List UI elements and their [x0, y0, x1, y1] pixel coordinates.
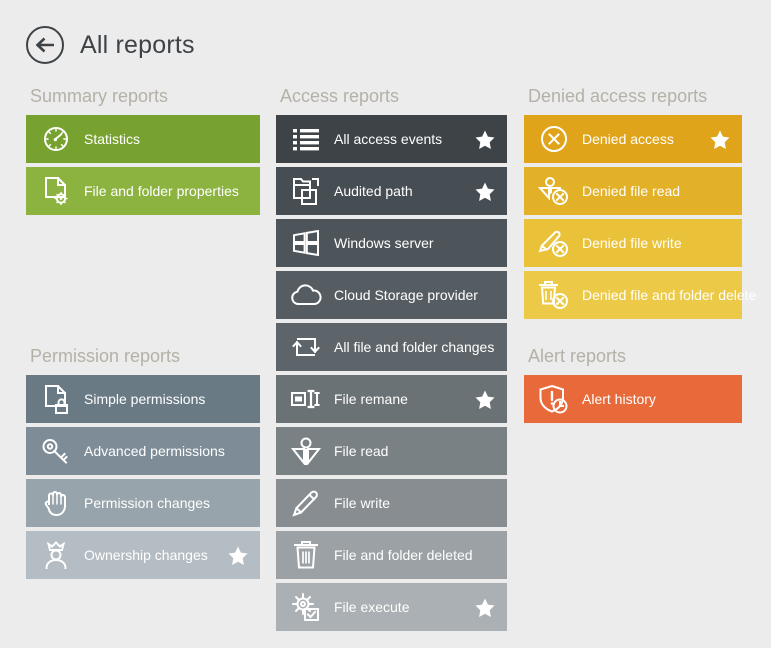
copy-folders-icon [288, 176, 324, 206]
favorite-star-icon[interactable] [475, 129, 495, 149]
report-tile-label: Denied access [582, 131, 704, 147]
report-tile-label: Denied file write [582, 235, 704, 251]
report-group-alert-reports: Alert reports Alert history [524, 344, 742, 427]
all-reports-screen: All reports Summary reports Statistics Fil… [0, 0, 771, 648]
favorite-star-icon[interactable] [475, 389, 495, 409]
report-tile-denied-file-and-folder-delete[interactable]: Denied file and folder delete [524, 271, 742, 319]
document-gear-icon [38, 176, 74, 206]
report-tile-file-write[interactable]: File write [276, 479, 507, 527]
report-tile-all-file-and-folder-changes[interactable]: All file and folder changes [276, 323, 507, 371]
report-tile-file-and-folder-deleted[interactable]: File and folder deleted [276, 531, 507, 579]
key-icon [38, 436, 74, 466]
read-denied-icon [536, 176, 572, 206]
report-tile-label: Simple permissions [84, 391, 222, 407]
report-tile-label: File remane [334, 391, 469, 407]
report-tile-cloud-storage-provider[interactable]: Cloud Storage provider [276, 271, 507, 319]
report-tile-denied-access[interactable]: Denied access [524, 115, 742, 163]
report-tile-windows-server[interactable]: Windows server [276, 219, 507, 267]
report-tile-label: Alert history [582, 391, 704, 407]
report-tile-label: Cloud Storage provider [334, 287, 478, 303]
report-tile-label: File write [334, 495, 469, 511]
favorite-star-icon[interactable] [710, 129, 730, 149]
group-title-permission-reports: Permission reports [30, 344, 260, 368]
report-tile-ownership-changes[interactable]: Ownership changes [26, 531, 260, 579]
favorite-star-icon[interactable] [228, 545, 248, 565]
report-tile-label: File execute [334, 599, 469, 615]
back-arrow-circle-icon[interactable] [26, 26, 64, 64]
trash-icon [288, 540, 324, 570]
report-tile-label: Statistics [84, 131, 222, 147]
report-tile-label: All access events [334, 131, 469, 147]
group-title-alert-reports: Alert reports [528, 344, 742, 368]
report-tile-denied-file-write[interactable]: Denied file write [524, 219, 742, 267]
list-icon [288, 124, 324, 154]
cloud-icon [288, 280, 324, 310]
open-book-icon [288, 436, 324, 466]
hand-icon [38, 488, 74, 518]
report-group-summary-reports: Summary reports Statistics File and folder… [26, 84, 260, 219]
report-tile-label: All file and folder changes [334, 339, 494, 355]
report-group-permission-reports: Permission reports Simple permissions Adva… [26, 344, 260, 583]
group-title-access-reports: Access reports [280, 84, 507, 108]
report-tile-file-and-folder-properties[interactable]: File and folder properties [26, 167, 260, 215]
report-tile-advanced-permissions[interactable]: Advanced permissions [26, 427, 260, 475]
pencil-icon [288, 488, 324, 518]
delete-denied-icon [536, 280, 572, 310]
crowned-person-icon [38, 540, 74, 570]
report-tile-audited-path[interactable]: Audited path [276, 167, 507, 215]
report-tile-label: File and folder properties [84, 183, 239, 199]
rename-icon [288, 384, 324, 414]
report-tile-file-read[interactable]: File read [276, 427, 507, 475]
report-tile-all-access-events[interactable]: All access events [276, 115, 507, 163]
group-title-denied-access-reports: Denied access reports [528, 84, 742, 108]
report-tile-label: Denied file and folder delete [582, 287, 756, 303]
report-tile-label: Permission changes [84, 495, 222, 511]
favorite-star-icon[interactable] [475, 181, 495, 201]
page-title: All reports [80, 31, 195, 60]
report-tile-label: Ownership changes [84, 547, 222, 563]
report-tile-label: Audited path [334, 183, 469, 199]
document-lock-icon [38, 384, 74, 414]
report-tile-statistics[interactable]: Statistics [26, 115, 260, 163]
group-title-summary-reports: Summary reports [30, 84, 260, 108]
report-tile-file-execute[interactable]: File execute [276, 583, 507, 631]
report-group-denied-access-reports: Denied access reports Denied access Denied… [524, 84, 742, 323]
report-tile-label: Advanced permissions [84, 443, 225, 459]
write-denied-icon [536, 228, 572, 258]
gear-check-icon [288, 592, 324, 622]
report-group-access-reports: Access reports All access events Audited p… [276, 84, 507, 635]
report-tile-file-remane[interactable]: File remane [276, 375, 507, 423]
report-tile-label: Windows server [334, 235, 469, 251]
report-tile-label: File read [334, 443, 469, 459]
report-tile-label: File and folder deleted [334, 547, 473, 563]
speedometer-icon [38, 124, 74, 154]
shield-alert-clock-icon [536, 384, 572, 414]
page-header: All reports [26, 26, 195, 64]
sync-arrows-icon [288, 332, 324, 362]
report-tile-simple-permissions[interactable]: Simple permissions [26, 375, 260, 423]
report-tile-denied-file-read[interactable]: Denied file read [524, 167, 742, 215]
report-tile-alert-history[interactable]: Alert history [524, 375, 742, 423]
report-tile-label: Denied file read [582, 183, 704, 199]
circle-x-icon [536, 124, 572, 154]
report-tile-permission-changes[interactable]: Permission changes [26, 479, 260, 527]
windows-logo-icon [288, 228, 324, 258]
favorite-star-icon[interactable] [475, 597, 495, 617]
